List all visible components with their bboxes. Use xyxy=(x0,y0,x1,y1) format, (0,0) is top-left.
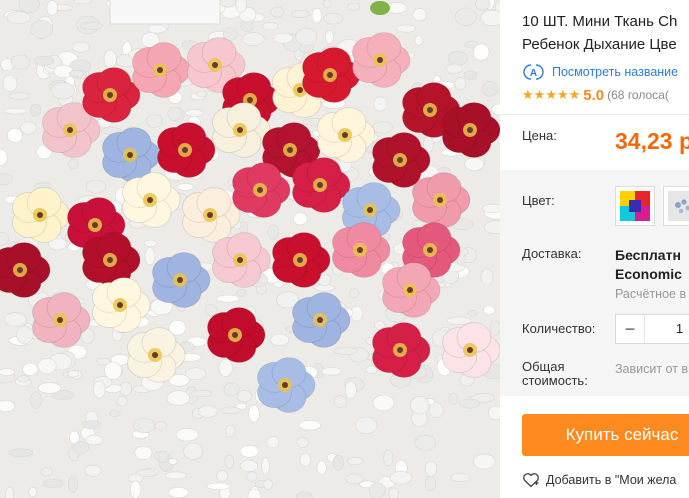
color-label: Цвет: xyxy=(522,193,555,208)
total-label: Общая стоимость: xyxy=(522,360,588,388)
color-option-mixed[interactable] xyxy=(615,186,655,226)
delivery-method-line-2: Economic xyxy=(615,266,682,282)
translate-link-text[interactable]: Посмотреть название xyxy=(552,65,678,79)
star-icon: ★ xyxy=(522,87,534,102)
color-photo-thumb xyxy=(668,191,689,221)
buy-now-button[interactable]: Купить сейчас xyxy=(522,414,689,456)
translate-icon: A xyxy=(523,64,544,80)
rating-votes[interactable]: (68 голоса( xyxy=(607,88,669,102)
heart-icon xyxy=(523,473,539,488)
delivery-method[interactable]: Бесплатн Economic xyxy=(615,246,682,284)
product-title-line-1: 10 ШТ. Мини Ткань Ch xyxy=(522,13,678,30)
product-info-panel: 10 ШТ. Мини Ткань Ch Ребенок Дыхание Цве… xyxy=(500,0,689,498)
star-icon: ★ xyxy=(533,87,546,102)
product-rating[interactable]: ★ ★ ★ ★ ★ 5.0 (68 голоса( xyxy=(522,85,669,105)
wishlist-text: Добавить в "Мои жела xyxy=(546,473,677,487)
total-label-line-1: Общая xyxy=(522,359,565,374)
quantity-stepper[interactable]: − 1 xyxy=(615,314,689,344)
quantity-label: Количество: xyxy=(522,321,596,336)
price-value: 34,23 р xyxy=(615,128,689,154)
product-title-line-2: Ребенок Дыхание Цве xyxy=(522,36,677,53)
product-title: 10 ШТ. Мини Ткань Ch Ребенок Дыхание Цве xyxy=(522,10,689,56)
price-label: Цена: xyxy=(522,128,557,143)
total-label-line-2: стоимость: xyxy=(522,373,588,388)
total-value: Зависит от вы xyxy=(615,362,689,376)
svg-text:A: A xyxy=(530,68,537,79)
delivery-method-line-1: Бесплатн xyxy=(615,247,681,263)
delivery-estimate: Расчётное в xyxy=(615,287,687,301)
product-photo xyxy=(0,0,500,498)
divider xyxy=(500,114,689,115)
star-icon: ★ xyxy=(568,87,581,102)
rating-stars: ★ ★ ★ ★ ★ xyxy=(522,87,580,103)
minus-icon[interactable]: − xyxy=(616,315,644,343)
delivery-label: Доставка: xyxy=(522,246,582,261)
star-icon: ★ xyxy=(545,87,557,102)
star-icon: ★ xyxy=(556,87,569,102)
add-to-wishlist-link[interactable]: Добавить в "Мои жела xyxy=(522,470,676,490)
color-swatch-icon xyxy=(620,191,650,221)
translate-title-link[interactable]: A Посмотреть название xyxy=(522,62,678,82)
product-image[interactable] xyxy=(0,0,500,498)
quantity-value[interactable]: 1 xyxy=(644,315,689,343)
rating-score: 5.0 xyxy=(583,86,605,104)
color-option-photo[interactable] xyxy=(663,186,689,226)
